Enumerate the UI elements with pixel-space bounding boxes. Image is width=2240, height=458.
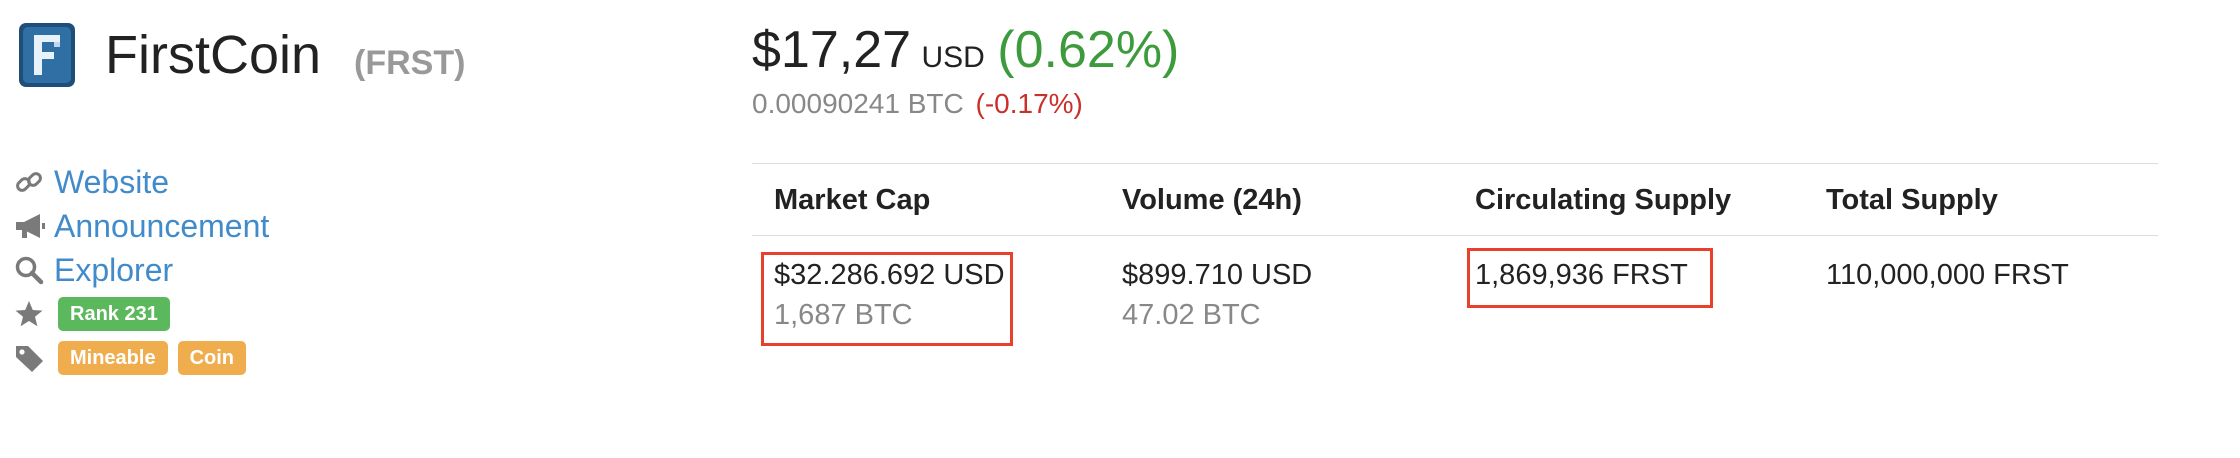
link-icon bbox=[14, 164, 54, 200]
search-icon bbox=[14, 252, 54, 288]
explorer-link-row[interactable]: Explorer bbox=[14, 248, 269, 292]
total-supply-header: Total Supply bbox=[1826, 184, 1998, 216]
star-icon bbox=[14, 299, 58, 329]
btc-price-value: 0.00090241 BTC bbox=[752, 88, 964, 119]
tag-badge-coin[interactable]: Coin bbox=[177, 341, 247, 375]
coin-name: FirstCoin bbox=[105, 25, 322, 85]
circulating-supply-header: Circulating Supply bbox=[1475, 184, 1732, 216]
market-cap-header: Market Cap bbox=[774, 184, 931, 216]
table-top-divider bbox=[752, 163, 2158, 164]
price-change: (0.62%) bbox=[997, 21, 1180, 79]
volume-usd: $899.710 USD bbox=[1122, 259, 1313, 291]
price-amount: $17,27 bbox=[752, 21, 912, 79]
tag-badge-mineable[interactable]: Mineable bbox=[58, 341, 168, 375]
volume-header: Volume (24h) bbox=[1122, 184, 1302, 216]
usd-price: $17,27 USD (0.62%) bbox=[752, 20, 1179, 80]
total-supply-value: 110,000,000 FRST bbox=[1826, 259, 2069, 291]
website-link[interactable]: Website bbox=[54, 164, 169, 201]
firstcoin-logo-icon bbox=[18, 22, 76, 88]
btc-price-change: (-0.17%) bbox=[975, 88, 1083, 119]
explorer-link[interactable]: Explorer bbox=[54, 252, 173, 289]
megaphone-icon bbox=[14, 208, 54, 244]
volume-btc: 47.02 BTC bbox=[1122, 299, 1261, 331]
circulating-supply-highlight-box bbox=[1467, 248, 1713, 308]
coin-symbol: (FRST) bbox=[354, 44, 466, 82]
announcement-link-row[interactable]: Announcement bbox=[14, 204, 269, 248]
tags-row: Mineable Coin bbox=[14, 336, 269, 380]
table-header-divider bbox=[752, 235, 2158, 236]
rank-row: Rank 231 bbox=[14, 292, 269, 336]
market-cap-highlight-box bbox=[761, 252, 1013, 346]
website-link-row[interactable]: Website bbox=[14, 160, 269, 204]
btc-price: 0.00090241 BTC (-0.17%) bbox=[752, 88, 1083, 120]
price-currency: USD bbox=[921, 41, 985, 74]
rank-badge: Rank 231 bbox=[58, 297, 170, 331]
coin-links: Website Announcement Explorer Rank 231 M… bbox=[14, 160, 269, 380]
tag-icon bbox=[14, 343, 58, 373]
announcement-link[interactable]: Announcement bbox=[54, 208, 269, 245]
